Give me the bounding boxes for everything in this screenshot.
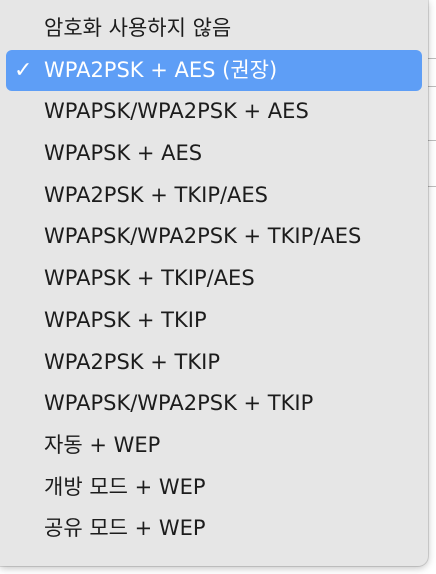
menu-item-label: WPAPSK/WPA2PSK + TKIP <box>44 391 314 416</box>
menu-item-wpapsk-tkip[interactable]: WPAPSK + TKIP <box>0 300 428 342</box>
menu-item-label: WPA2PSK + TKIP/AES <box>44 182 269 207</box>
menu-item-label: 암호화 사용하지 않음 <box>44 16 232 40</box>
menu-item-label: WPAPSK + TKIP <box>44 307 207 332</box>
menu-item-wpa2psk-tkip-aes[interactable]: WPA2PSK + TKIP/AES <box>0 175 428 217</box>
menu-item-label: WPAPSK + AES <box>44 141 203 166</box>
menu-item-wpapsk-wpa2psk-tkip-aes[interactable]: WPAPSK/WPA2PSK + TKIP/AES <box>0 216 428 258</box>
menu-item-open-wep[interactable]: 개방 모드 + WEP <box>0 467 428 509</box>
menu-item-wpa2psk-aes[interactable]: ✓ WPA2PSK + AES (권장) <box>6 49 422 92</box>
menu-item-wpapsk-tkip-aes[interactable]: WPAPSK + TKIP/AES <box>0 258 428 300</box>
checkmark-icon: ✓ <box>14 57 33 83</box>
menu-item-label: WPAPSK/WPA2PSK + TKIP/AES <box>44 224 362 249</box>
menu-item-wpapsk-wpa2psk-tkip[interactable]: WPAPSK/WPA2PSK + TKIP <box>0 383 428 425</box>
menu-item-label: WPAPSK + TKIP/AES <box>44 266 255 291</box>
menu-item-label: 자동 + WEP <box>44 432 161 457</box>
menu-item-label: WPA2PSK + AES (권장) <box>44 57 278 82</box>
menu-item-wpapsk-wpa2psk-aes[interactable]: WPAPSK/WPA2PSK + AES <box>0 91 428 133</box>
menu-item-no-encryption[interactable]: 암호화 사용하지 않음 <box>0 8 428 50</box>
menu-item-wpa2psk-tkip[interactable]: WPA2PSK + TKIP <box>0 342 428 384</box>
encryption-dropdown-menu: 암호화 사용하지 않음 ✓ WPA2PSK + AES (권장) WPAPSK/… <box>0 0 428 566</box>
menu-item-wpapsk-aes[interactable]: WPAPSK + AES <box>0 133 428 175</box>
menu-item-shared-wep[interactable]: 공유 모드 + WEP <box>0 508 428 550</box>
menu-item-label: WPAPSK/WPA2PSK + AES <box>44 99 309 124</box>
menu-item-label: WPA2PSK + TKIP <box>44 349 220 374</box>
menu-item-label: 개방 모드 + WEP <box>44 474 206 499</box>
menu-item-label: 공유 모드 + WEP <box>44 516 206 541</box>
menu-item-auto-wep[interactable]: 자동 + WEP <box>0 425 428 467</box>
